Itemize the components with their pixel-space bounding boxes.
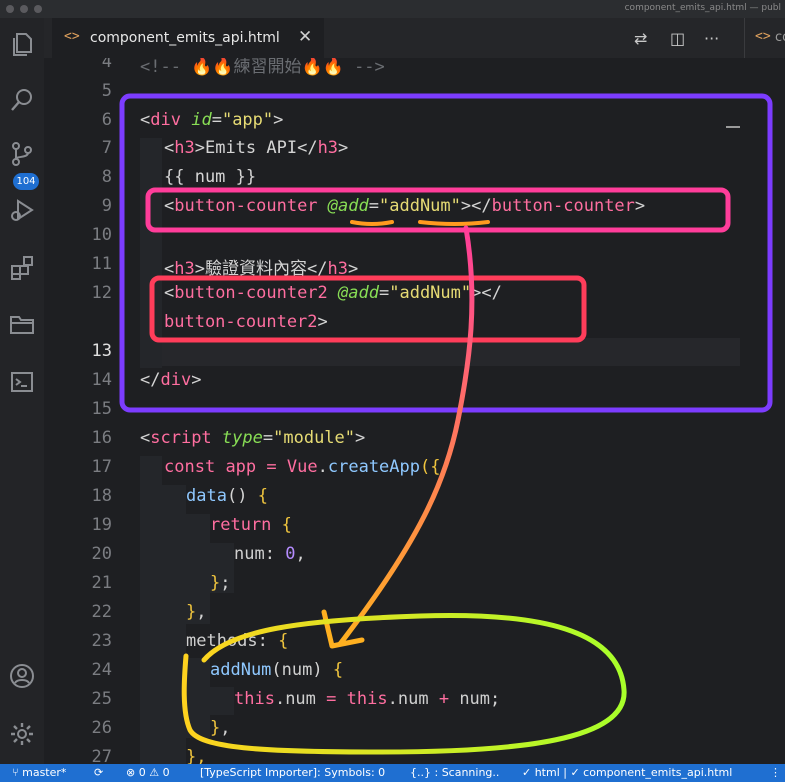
tab-bar: <> component_emits_api.html ✕ ⇄ ◫ ··· <>… bbox=[44, 18, 785, 58]
line-number: 22 bbox=[91, 602, 112, 622]
html-file-icon: <> bbox=[755, 29, 771, 44]
line-number: 26 bbox=[91, 718, 112, 738]
code-line-26: }, bbox=[210, 718, 231, 738]
code-line-7: <h3>Emits API</h3> bbox=[164, 138, 349, 158]
settings-gear-icon[interactable] bbox=[8, 720, 36, 748]
html-file-icon: <> bbox=[64, 29, 80, 44]
line-number: 16 bbox=[91, 428, 112, 448]
source-control-badge: 104 bbox=[13, 173, 39, 190]
terminal-icon[interactable] bbox=[8, 368, 36, 396]
code-line-12: <button-counter2 @add="addNum"></ bbox=[164, 283, 502, 303]
sync-icon[interactable]: ⟳ bbox=[94, 766, 103, 779]
tab-label: component_emits_api.html bbox=[90, 30, 280, 46]
activity-bar: 104 bbox=[0, 18, 44, 764]
code-line-21: }; bbox=[210, 573, 231, 593]
code-line-23: methods: { bbox=[186, 631, 289, 651]
line-number: 8 bbox=[101, 167, 112, 187]
code-line-27: }, bbox=[186, 747, 207, 764]
tab-component-emits-api[interactable]: <> component_emits_api.html ✕ bbox=[52, 18, 324, 58]
line-number: 12 bbox=[91, 283, 112, 303]
search-icon[interactable] bbox=[8, 86, 36, 114]
run-debug-icon[interactable] bbox=[8, 196, 36, 224]
code-line-6: <div id="app"> bbox=[140, 110, 284, 130]
code-line-17: const app = Vue.createApp({ bbox=[164, 457, 441, 477]
code-line-12-wrap: button-counter2> bbox=[164, 312, 328, 332]
status-bar: ⑂ master* ⟳ ⊗ 0 ⚠ 0 [TypeScript Importer… bbox=[0, 764, 785, 782]
line-number: 23 bbox=[91, 631, 112, 651]
line-number: 10 bbox=[91, 225, 112, 245]
account-icon[interactable] bbox=[8, 662, 36, 690]
indent-guide bbox=[140, 456, 162, 764]
line-number: 24 bbox=[91, 660, 112, 680]
line-number: 27 bbox=[91, 747, 112, 764]
code-line-20: num: 0, bbox=[234, 544, 306, 564]
compare-changes-icon[interactable]: ⇄ bbox=[634, 29, 647, 48]
folder-icon[interactable] bbox=[8, 310, 36, 338]
code-line-14: </div> bbox=[140, 370, 202, 390]
tab-label: co bbox=[775, 30, 785, 45]
title-bar: component_emits_api.html — publ bbox=[0, 0, 785, 18]
line-number: 9 bbox=[101, 196, 112, 216]
more-actions-icon[interactable]: ··· bbox=[704, 29, 719, 48]
code-line-24: addNum(num) { bbox=[210, 660, 344, 680]
extensions-icon[interactable] bbox=[8, 254, 36, 282]
line-number: 14 bbox=[91, 370, 112, 390]
maximize-window-icon[interactable] bbox=[34, 5, 42, 13]
code-line-19: return { bbox=[210, 515, 292, 535]
problems-indicator[interactable]: ⊗ 0 ⚠ 0 bbox=[126, 766, 170, 779]
files-icon[interactable] bbox=[8, 30, 36, 58]
line-number: 17 bbox=[91, 457, 112, 477]
code-editor[interactable]: 4 5 6 7 8 9 10 11 12 13 14 15 16 17 18 1… bbox=[44, 58, 785, 764]
scrollbar-marker[interactable] bbox=[726, 126, 740, 128]
code-line-9: <button-counter @add="addNum"></button-c… bbox=[164, 196, 646, 216]
code-line-25: this.num = this.num + num; bbox=[234, 689, 501, 709]
close-tab-button[interactable]: ✕ bbox=[298, 27, 312, 47]
line-number: 11 bbox=[91, 254, 112, 274]
code-line-11: <h3>驗證資料內容</h3> bbox=[164, 259, 359, 279]
line-number: 4 bbox=[101, 58, 112, 72]
close-window-icon[interactable] bbox=[6, 5, 14, 13]
line-number: 6 bbox=[101, 110, 112, 130]
indent-guide bbox=[162, 485, 186, 764]
code-line-22: }, bbox=[186, 602, 207, 622]
more-status-icon[interactable]: ⋮ bbox=[770, 766, 781, 779]
indent-guide bbox=[210, 687, 234, 715]
line-number: 7 bbox=[101, 138, 112, 158]
code-line-8: {{ num }} bbox=[164, 167, 257, 187]
code-line-18: data() { bbox=[186, 486, 268, 506]
tab-second[interactable]: <> co bbox=[744, 18, 785, 58]
indent-guide bbox=[140, 138, 162, 368]
typescript-importer-status[interactable]: [TypeScript Importer]: Symbols: 0 bbox=[200, 766, 385, 779]
code-line-4: <!-- 🔥🔥練習開始🔥🔥 --> bbox=[140, 58, 385, 77]
line-number: 15 bbox=[91, 399, 112, 419]
line-number: 25 bbox=[91, 689, 112, 709]
branch-indicator[interactable]: ⑂ master* bbox=[12, 766, 66, 779]
source-control-icon[interactable] bbox=[8, 140, 36, 168]
split-editor-icon[interactable]: ◫ bbox=[670, 29, 685, 48]
indent-guide bbox=[186, 658, 210, 738]
line-number: 5 bbox=[101, 81, 112, 101]
line-number: 18 bbox=[91, 486, 112, 506]
scanning-status[interactable]: {..} : Scanning.. bbox=[410, 766, 499, 779]
language-status[interactable]: ✓ html | ✓ component_emits_api.html bbox=[522, 766, 732, 779]
line-number-current: 13 bbox=[91, 341, 112, 361]
line-number: 21 bbox=[91, 573, 112, 593]
window-title: component_emits_api.html — publ bbox=[624, 3, 781, 13]
current-line-highlight bbox=[140, 338, 740, 366]
line-number: 19 bbox=[91, 515, 112, 535]
code-line-16: <script type="module"> bbox=[140, 428, 366, 448]
line-number: 20 bbox=[91, 544, 112, 564]
minimize-window-icon[interactable] bbox=[20, 5, 28, 13]
